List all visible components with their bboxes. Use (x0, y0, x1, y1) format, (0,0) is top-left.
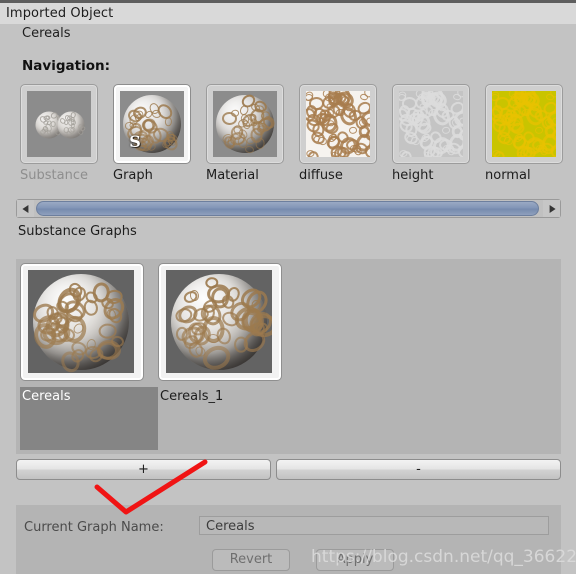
navigation-horizontal-scrollbar[interactable] (16, 199, 561, 218)
nav-tile-material[interactable]: Material (206, 84, 284, 183)
substance-graphs-label: Substance Graphs (18, 224, 137, 239)
sphere-material-thumbnail (213, 91, 277, 157)
scrollbar-thumb[interactable] (36, 201, 539, 216)
scroll-left-arrow-icon[interactable] (17, 200, 34, 217)
remove-graph-button[interactable]: - (276, 459, 561, 480)
two-spheres-thumbnail (27, 91, 91, 157)
substance-s-badge: S (129, 132, 141, 151)
nav-tile-diffuse[interactable]: diffuse (299, 84, 377, 183)
graph-item-label: Cereals_1 (160, 389, 224, 404)
normal-map-thumbnail (492, 91, 556, 157)
watermark-text: https://blog.csdn.net/qq_36622009 (311, 547, 576, 567)
graph-sphere-thumbnail (166, 270, 272, 373)
object-name-label: Cereals (22, 26, 71, 41)
imported-object-inspector: Imported Object Cereals Navigation: Subs… (0, 0, 576, 574)
height-map-thumbnail (399, 91, 463, 157)
sphere-substance-thumbnail: S (120, 91, 184, 157)
graph-item-label: Cereals (22, 389, 71, 404)
nav-tile-normal[interactable]: normal (485, 84, 563, 183)
graph-sphere-thumbnail (28, 270, 134, 373)
revert-button[interactable]: Revert (212, 549, 290, 571)
substance-graphs-list[interactable]: Cereals Cereals_1 (16, 259, 561, 454)
navigation-section-label: Navigation: (22, 58, 110, 74)
nav-tile-graph[interactable]: S Graph (113, 84, 191, 183)
nav-tile-label: normal (485, 168, 531, 183)
window-titlebar: Imported Object (0, 3, 576, 24)
current-graph-name-input[interactable]: Cereals (199, 516, 549, 535)
diffuse-map-thumbnail (306, 91, 370, 157)
nav-tile-height[interactable]: height (392, 84, 470, 183)
current-graph-name-label: Current Graph Name: (24, 520, 164, 535)
current-graph-name-value: Cereals (206, 519, 255, 534)
window-title: Imported Object (6, 6, 114, 21)
add-graph-button[interactable]: + (16, 459, 271, 480)
nav-tile-substance[interactable]: Substance (20, 84, 98, 183)
scroll-right-arrow-icon[interactable] (543, 200, 560, 217)
